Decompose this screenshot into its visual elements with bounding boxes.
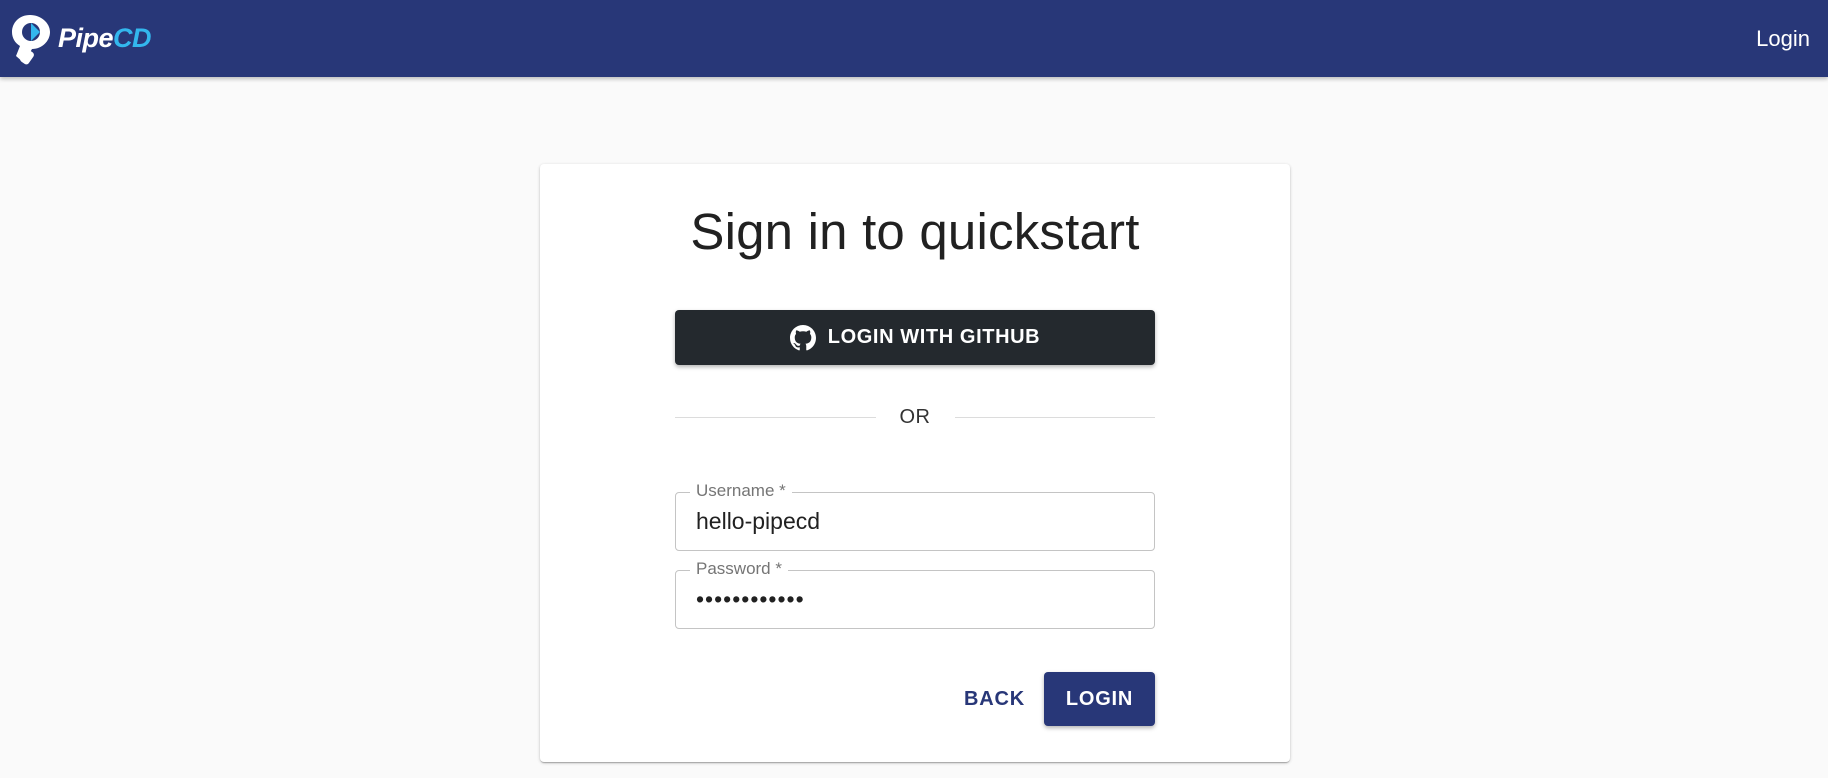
divider-line-right <box>954 416 1155 418</box>
divider-line-left <box>675 416 876 418</box>
divider-text: OR <box>899 405 931 428</box>
pipecd-logo-icon <box>12 14 50 64</box>
password-field: Password * <box>675 559 1155 629</box>
github-button-label: LOGIN WITH GITHUB <box>827 326 1041 348</box>
login-with-github-button[interactable]: LOGIN WITH GITHUB <box>675 310 1155 365</box>
username-label: Username * <box>690 481 792 501</box>
password-label: Password * <box>690 559 788 579</box>
brand-name-cd: CD <box>113 23 152 53</box>
page-title: Sign in to quickstart <box>690 203 1140 260</box>
login-button[interactable]: LOGIN <box>1044 672 1155 726</box>
username-field: Username * <box>675 481 1155 551</box>
github-icon <box>789 324 816 350</box>
brand-logo-link[interactable]: PipeCD <box>10 12 152 66</box>
login-card: Sign in to quickstart LOGIN WITH GITHUB … <box>540 164 1290 762</box>
or-divider: OR <box>675 402 1155 432</box>
brand-name-pipe: Pipe <box>58 23 114 53</box>
brand-name: PipeCD <box>58 23 152 53</box>
username-input[interactable] <box>696 503 1136 539</box>
app-bar: PipeCD Login <box>0 0 1828 77</box>
password-input[interactable] <box>696 581 1136 617</box>
back-button[interactable]: BACK <box>952 672 1037 726</box>
header-login-button[interactable]: Login <box>1752 20 1814 58</box>
